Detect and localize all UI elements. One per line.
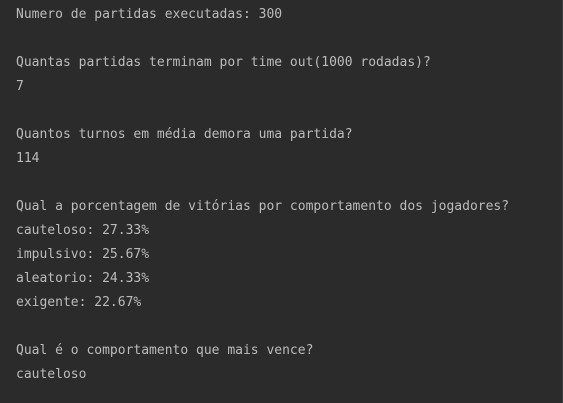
console-line-winner-answer: cauteloso [16, 367, 87, 382]
console-line-exigente-percent: exigente: 22.67% [16, 295, 142, 310]
console-line-turns-question: Quantos turnos em média demora uma parti… [16, 127, 353, 142]
console-line-winner-question: Qual é o comportamento que mais vence? [16, 343, 314, 358]
console-line-turns-answer: 114 [16, 151, 40, 166]
console-line-cauteloso-percent: cauteloso: 27.33% [16, 223, 150, 238]
console-line-total-matches: Numero de partidas executadas: 300 [16, 7, 283, 22]
console-line-timeout-answer: 7 [16, 79, 24, 94]
console-line-percentage-question: Qual a porcentagem de vitórias por compo… [16, 199, 510, 214]
console-line-impulsivo-percent: impulsivo: 25.67% [16, 247, 150, 262]
console-line-aleatorio-percent: aleatorio: 24.33% [16, 271, 150, 286]
console-output: Numero de partidas executadas: 300 Quant… [16, 3, 563, 387]
console-line-timeout-question: Quantas partidas terminam por time out(1… [16, 55, 431, 70]
